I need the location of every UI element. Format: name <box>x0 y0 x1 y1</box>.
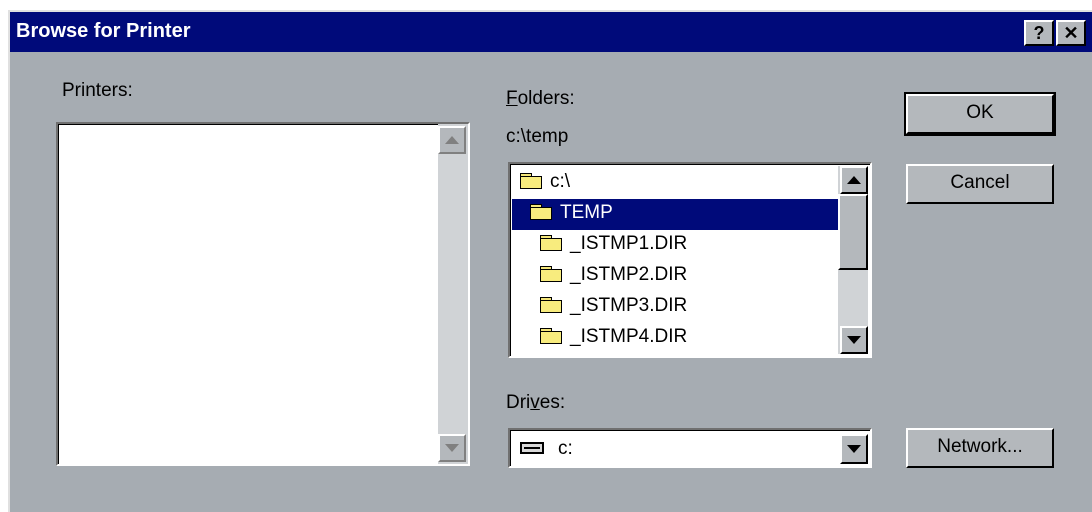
folder-icon <box>540 328 562 344</box>
network-button[interactable]: Network... <box>906 428 1054 468</box>
chevron-down-icon <box>847 445 861 453</box>
folders-scroll-down-button[interactable] <box>840 326 868 354</box>
folder-icon <box>540 266 562 282</box>
folders-label: Folders: <box>506 88 575 109</box>
up-arrow-icon <box>445 136 459 144</box>
folder-tree-item[interactable]: c:\ <box>512 168 838 199</box>
folders-scroll-thumb[interactable] <box>838 194 868 270</box>
down-arrow-icon <box>847 336 861 344</box>
close-button[interactable]: ✕ <box>1056 20 1086 46</box>
drive-icon <box>520 442 544 454</box>
drives-label: Drives: <box>506 392 566 413</box>
cancel-button[interactable]: Cancel <box>906 164 1054 204</box>
drives-combobox[interactable]: c: <box>508 428 872 468</box>
printers-label: Printers: <box>62 80 133 101</box>
folder-icon <box>540 235 562 251</box>
folders-list[interactable]: c:\ TEMP _ISTMP1.DIR _ISTMP2.DIR _ISTMP3.DIR… <box>508 162 872 358</box>
help-button[interactable]: ? <box>1024 20 1054 46</box>
folder-tree-item-label: _ISTMP2.DIR <box>570 264 688 285</box>
open-folder-icon <box>520 173 542 189</box>
folders-scroll-up-button[interactable] <box>840 166 868 194</box>
drives-dropdown-button[interactable] <box>840 434 868 464</box>
window-title: Browse for Printer <box>16 20 191 42</box>
printers-scroll-up-button[interactable] <box>438 126 466 154</box>
current-path: c:\temp <box>506 126 569 147</box>
ok-button[interactable]: OK <box>904 92 1056 136</box>
folder-tree-item[interactable]: TEMP <box>512 199 838 230</box>
folder-tree-item[interactable]: _ISTMP3.DIR <box>512 292 838 323</box>
up-arrow-icon <box>847 176 861 184</box>
printers-list[interactable] <box>56 122 470 466</box>
folder-tree-item[interactable]: _ISTMP1.DIR <box>512 230 838 261</box>
folder-tree-item-label: _ISTMP4.DIR <box>570 326 688 347</box>
printers-scroll-down-button[interactable] <box>438 434 466 462</box>
folder-tree-item-label: _ISTMP1.DIR <box>570 233 688 254</box>
folder-tree-item-label: _ISTMP3.DIR <box>570 295 688 316</box>
folder-tree-item-label: c:\ <box>550 171 571 192</box>
down-arrow-icon <box>445 444 459 452</box>
title-bar[interactable]: Browse for Printer ? ✕ <box>10 12 1092 52</box>
folder-tree-item-label: TEMP <box>560 202 613 223</box>
open-folder-icon <box>530 204 552 220</box>
folder-tree-item[interactable]: _ISTMP4.DIR <box>512 323 838 354</box>
drive-value: c: <box>558 438 573 459</box>
printers-scrollbar[interactable] <box>438 124 468 464</box>
browse-for-printer-dialog: Browse for Printer ? ✕ Printers: Folders… <box>8 10 1092 512</box>
folder-icon <box>540 297 562 313</box>
folder-tree-item[interactable]: _ISTMP2.DIR <box>512 261 838 292</box>
